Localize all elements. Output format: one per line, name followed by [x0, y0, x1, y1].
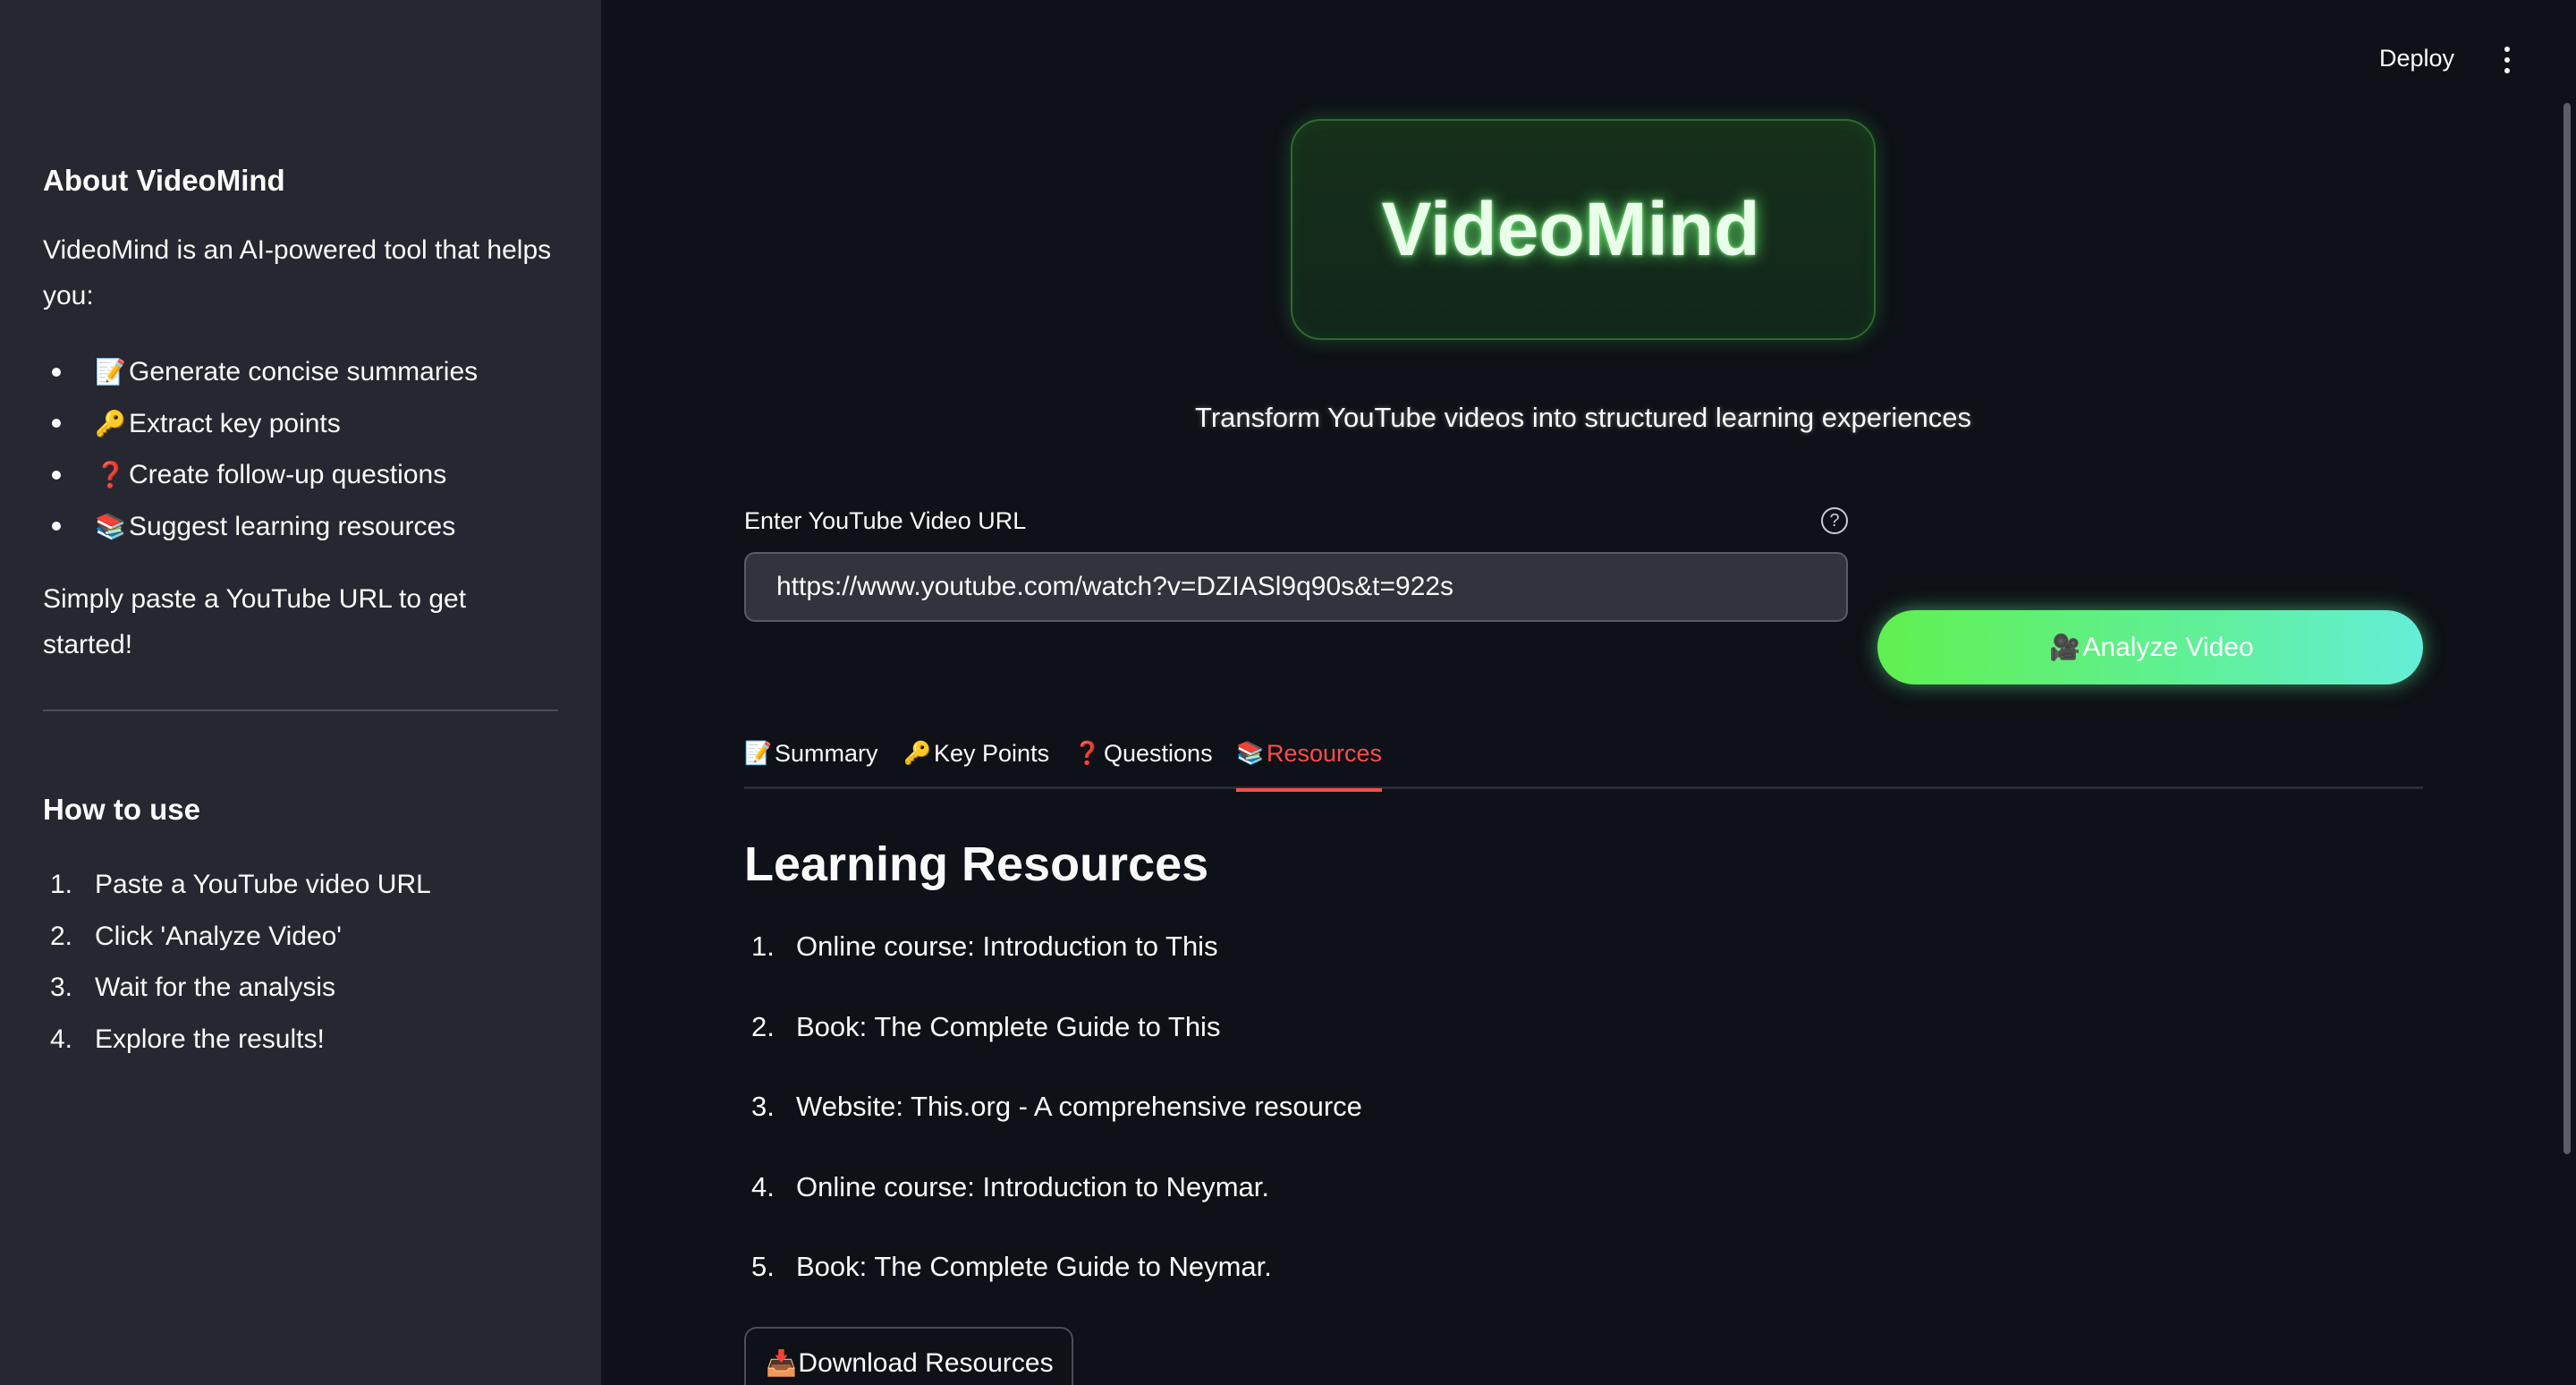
resource-label: Book: The Complete Guide to This — [796, 1010, 1221, 1042]
bullet-icon — [52, 419, 61, 429]
resources-heading: Learning Resources — [744, 837, 1209, 891]
sidebar: About VideoMind VideoMind is an AI-power… — [0, 0, 601, 1385]
books-icon: 📚 — [95, 512, 126, 540]
download-button-label: Download Resources — [798, 1348, 1054, 1378]
download-resources-button[interactable]: 📥 Download Resources — [744, 1327, 1073, 1385]
tab-label: Key Points — [934, 739, 1050, 767]
step-label: Explore the results! — [95, 1024, 325, 1054]
about-text: VideoMind is an AI-powered tool that hel… — [43, 235, 552, 310]
memo-icon: 📝 — [95, 358, 126, 386]
kebab-menu-icon[interactable] — [2502, 47, 2512, 73]
feature-label: Create follow-up questions — [129, 460, 447, 489]
analyze-button-label: Analyze Video — [2082, 632, 2254, 662]
feature-list: 📝 Generate concise summaries 🔑 Extract key… — [43, 346, 478, 552]
resource-label: Online course: Introduction to Neymar. — [796, 1170, 1269, 1202]
url-input[interactable]: https://www.youtube.com/watch?v=DZIASl9q… — [744, 552, 1848, 622]
list-item: 5. Book: The Complete Guide to Neymar. — [744, 1251, 1362, 1331]
memo-icon: 📝 — [744, 740, 773, 766]
list-item: ❓ Create follow-up questions — [43, 449, 478, 501]
list-item: 4. Online course: Introduction to Neymar. — [744, 1171, 1362, 1252]
deploy-button[interactable]: Deploy — [2379, 45, 2454, 72]
about-heading: About VideoMind — [43, 164, 285, 197]
step-label: Paste a YouTube video URL — [95, 870, 431, 899]
list-item: 3. Wait for the analysis — [43, 962, 431, 1014]
tab-bar: 📝 Summary 🔑 Key Points ❓ Questions 📚 Resourc… — [744, 726, 2423, 792]
resource-number: 5. — [751, 1251, 775, 1282]
step-number: 3. — [50, 973, 73, 1002]
list-item: 📚 Suggest learning resources — [43, 501, 478, 553]
question-icon: ❓ — [95, 461, 126, 489]
logo-title: VideoMind — [1381, 187, 1760, 271]
list-item: 2. Book: The Complete Guide to This — [744, 1011, 1362, 1092]
step-label: Wait for the analysis — [95, 973, 335, 1002]
feature-label: Generate concise summaries — [129, 357, 479, 387]
resource-number: 3. — [751, 1091, 775, 1122]
key-icon: 🔑 — [903, 740, 932, 766]
howto-heading: How to use — [43, 793, 201, 826]
list-item: 1. Paste a YouTube video URL — [43, 859, 431, 911]
resource-number: 2. — [751, 1010, 775, 1042]
bullet-icon — [52, 470, 61, 480]
list-item: 📝 Generate concise summaries — [43, 346, 478, 398]
resource-number: 1. — [751, 930, 775, 962]
question-icon: ❓ — [1073, 740, 1102, 766]
resource-label: Book: The Complete Guide to Neymar. — [796, 1251, 1272, 1282]
step-number: 2. — [50, 921, 73, 951]
list-item: 3. Website: This.org - A comprehensive re… — [744, 1091, 1362, 1171]
bullet-icon — [52, 522, 61, 531]
resources-list: 1. Online course: Introduction to This 2.… — [744, 930, 1362, 1331]
tab-questions[interactable]: ❓ Questions — [1073, 726, 1213, 789]
list-item: 1. Online course: Introduction to This — [744, 930, 1362, 1011]
inbox-tray-icon: 📥 — [765, 1349, 797, 1377]
bullet-icon — [52, 367, 61, 377]
logo-banner: VideoMind — [1291, 119, 1876, 340]
tab-label: Summary — [775, 739, 878, 767]
dot — [2504, 57, 2510, 63]
cta-text: Simply paste a YouTube URL to get starte… — [43, 584, 467, 659]
dot — [2504, 68, 2510, 73]
resource-label: Website: This.org - A comprehensive reso… — [796, 1091, 1362, 1122]
key-icon: 🔑 — [95, 409, 126, 438]
step-number: 4. — [50, 1024, 73, 1054]
camera-icon: 🎥 — [2048, 633, 2080, 661]
tab-label: Questions — [1104, 739, 1213, 767]
step-label: Click 'Analyze Video' — [95, 921, 343, 951]
steps-list: 1. Paste a YouTube video URL 2. Click 'Ana… — [43, 859, 431, 1065]
sidebar-divider — [43, 709, 558, 711]
help-icon[interactable]: ? — [1821, 507, 1848, 534]
scrollbar[interactable] — [2563, 103, 2571, 1154]
books-icon: 📚 — [1236, 740, 1265, 766]
resource-number: 4. — [751, 1170, 775, 1202]
list-item: 🔑 Extract key points — [43, 398, 478, 450]
tagline: Transform YouTube videos into structured… — [1195, 402, 1971, 433]
url-label: Enter YouTube Video URL — [744, 507, 1027, 534]
feature-label: Suggest learning resources — [129, 511, 456, 541]
app-root: About VideoMind VideoMind is an AI-power… — [0, 0, 2576, 1385]
feature-label: Extract key points — [129, 408, 341, 438]
analyze-video-button[interactable]: 🎥 Analyze Video — [1877, 610, 2423, 684]
step-number: 1. — [50, 870, 73, 899]
list-item: 2. Click 'Analyze Video' — [43, 911, 431, 963]
tab-resources[interactable]: 📚 Resources — [1236, 726, 1383, 792]
dot — [2504, 47, 2510, 52]
list-item: 4. Explore the results! — [43, 1014, 431, 1066]
resource-label: Online course: Introduction to This — [796, 930, 1218, 962]
tab-summary[interactable]: 📝 Summary — [744, 726, 878, 789]
tab-label: Resources — [1267, 739, 1383, 767]
tab-key-points[interactable]: 🔑 Key Points — [903, 726, 1049, 789]
